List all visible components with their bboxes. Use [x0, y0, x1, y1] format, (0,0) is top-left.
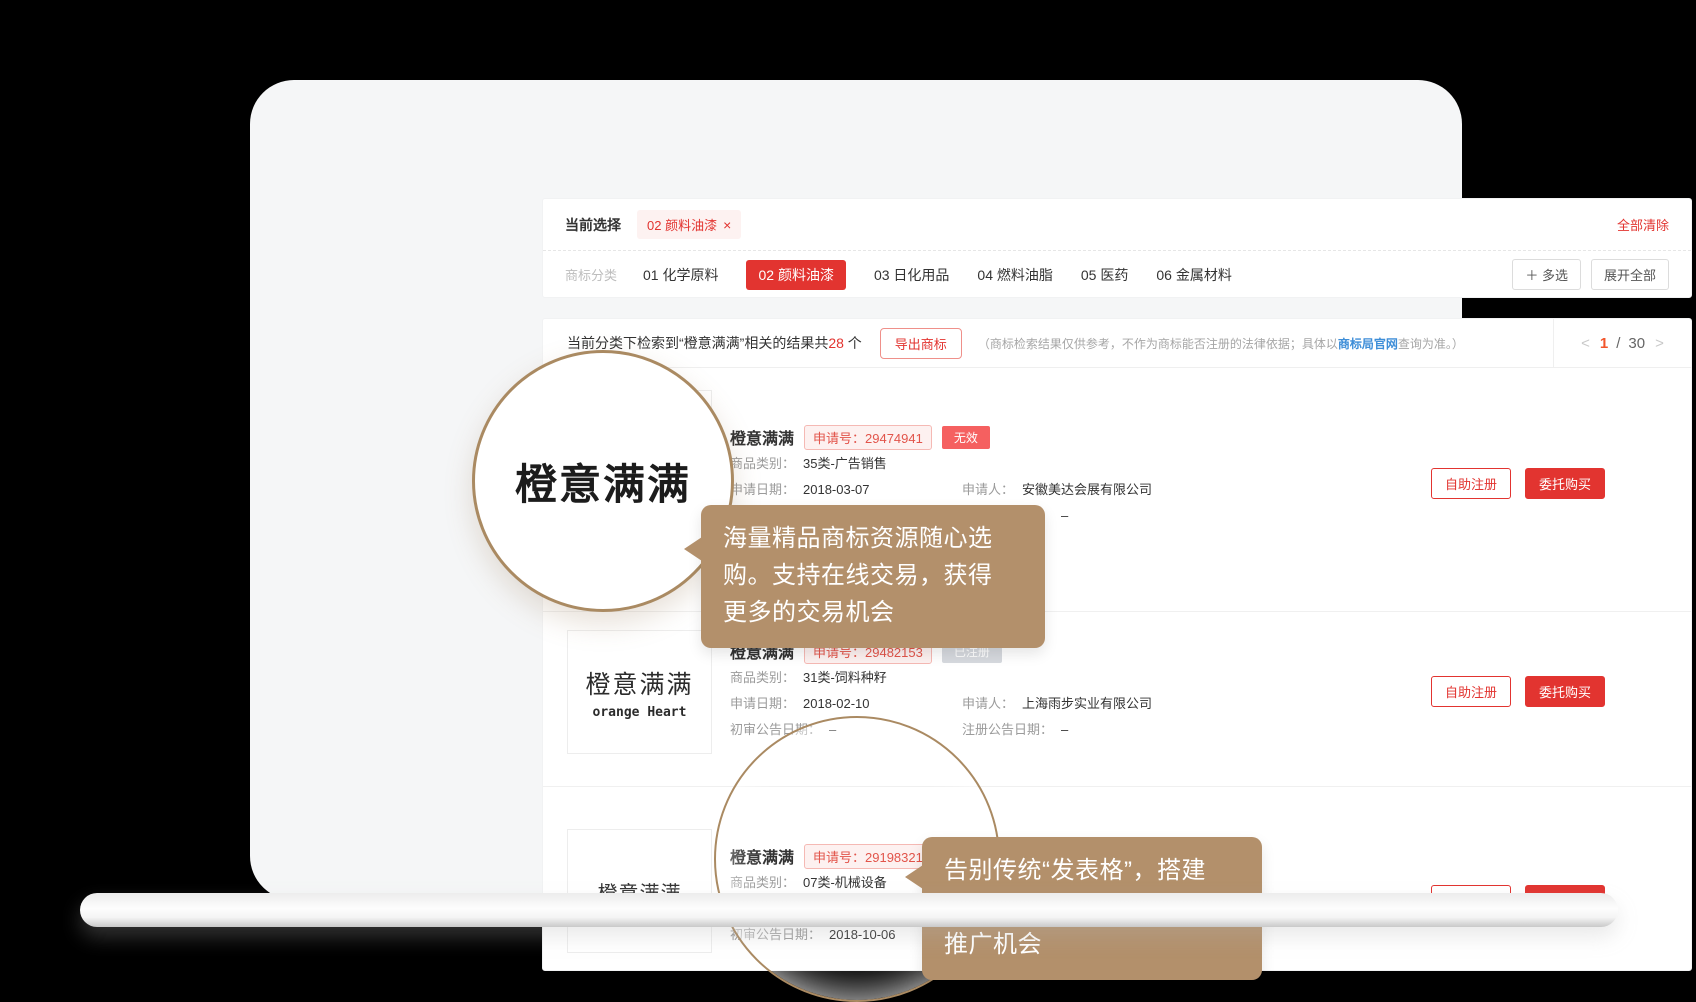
next-page-icon[interactable]: >	[1653, 335, 1666, 352]
laptop-base	[80, 893, 1618, 927]
row-actions: 自助注册委托购买	[1431, 676, 1605, 707]
category-item-03[interactable]: 03 日化用品	[874, 260, 949, 290]
disclaimer-prefix: （商标检索结果仅供参考，不作为商标能否注册的法律依据；具体以	[978, 337, 1338, 351]
selected-filter-chip[interactable]: 02 颜料油漆 ×	[637, 210, 741, 239]
field: 申请人： 安徽美达会展有限公司	[962, 479, 1152, 499]
current-selection-row: 当前选择 02 颜料油漆 × 全部清除	[543, 199, 1691, 251]
field: 申请日期： 2018-02-10	[730, 693, 962, 713]
field-line: 商品类别： 31类-饲料种籽	[730, 664, 1152, 690]
row-actions: 自助注册委托购买	[1431, 468, 1605, 499]
field-value: 2018-03-07	[803, 482, 870, 497]
status-badge: 无效	[942, 426, 990, 449]
current-selection-label: 当前选择	[565, 215, 621, 235]
trademark-image-subtext: orange Heart	[593, 705, 687, 720]
remove-filter-icon[interactable]: ×	[723, 218, 731, 232]
trademark-name: 橙意满满	[730, 844, 794, 868]
field-line: 申请日期： 2018-02-10 申请人： 上海雨步实业有限公司	[730, 690, 1152, 716]
field-value: 2018-02-10	[803, 696, 870, 711]
category-item-06[interactable]: 06 金属材料	[1156, 260, 1231, 290]
disclaimer-note: （商标检索结果仅供参考，不作为商标能否注册的法律依据；具体以商标局官网查询为准。…	[978, 335, 1553, 352]
field: 申请人： 上海雨步实业有限公司	[962, 693, 1152, 713]
selected-filter-chip-label: 02 颜料油漆	[647, 215, 717, 234]
field-value: –	[829, 722, 836, 737]
field-line: 初审公告日期：–注册公告日期：–	[730, 716, 1152, 742]
tooltip-marketplace: 海量精品商标资源随心选 购。支持在线交易，获得 更多的交易机会	[701, 505, 1045, 648]
field-line: 申请日期： 2018-03-07 申请人： 安徽美达会展有限公司	[730, 476, 1152, 502]
prev-page-icon[interactable]: <	[1579, 335, 1592, 352]
category-row: 商标分类 01 化学原料 02 颜料油漆 03 日化用品 04 燃料油脂 05 医药 06…	[543, 251, 1691, 298]
filter-card: 当前选择 02 颜料油漆 × 全部清除 商标分类 01 化学原料02 颜料油漆0…	[542, 198, 1692, 298]
magnified-trademark-text: 橙意满满	[515, 451, 691, 512]
disclaimer-suffix: 查询为准。）	[1398, 337, 1464, 351]
trademark-image: 橙意满满	[567, 829, 712, 953]
clear-all-button[interactable]: 全部清除	[1617, 215, 1669, 234]
page: 当前选择 02 颜料油漆 × 全部清除 商标分类 01 化学原料02 颜料油漆0…	[0, 0, 1696, 1002]
trademark-name: 橙意满满	[730, 425, 794, 449]
trademark-office-link[interactable]: 商标局官网	[1338, 337, 1398, 351]
field-value: 安徽美达会展有限公司	[1022, 482, 1152, 497]
trademark-image-text: 橙意满满	[585, 665, 693, 701]
category-item-05[interactable]: 05 医药	[1081, 260, 1128, 290]
expand-all-button[interactable]: 展开全部	[1591, 259, 1669, 290]
category-item-02[interactable]: 02 颜料油漆	[746, 260, 845, 290]
pagination: < 1 / 30 >	[1553, 319, 1691, 367]
multi-select-button[interactable]: ＋ 多选	[1512, 259, 1581, 290]
category-item-01[interactable]: 01 化学原料	[643, 260, 718, 290]
field-value: 上海雨步实业有限公司	[1022, 696, 1152, 711]
field-value: 07类-机械设备	[803, 875, 887, 890]
field-label: 申请日期：	[730, 696, 795, 711]
trademark-details: 橙意满满申请号：29474941 无效商品类别： 35类-广告销售申请日期： 2018…	[730, 368, 1152, 528]
field-label: 商品类别：	[730, 456, 795, 471]
page-separator: /	[1616, 335, 1620, 352]
magnifier-circle-large: 橙意满满	[472, 350, 734, 612]
field: 初审公告日期：–	[730, 719, 962, 739]
application-number-tag: 申请号：29474941	[804, 425, 932, 450]
field: 商品类别： 35类-广告销售	[730, 453, 962, 473]
field: 注册公告日期：–	[962, 719, 1152, 739]
category-list: 01 化学原料 02 颜料油漆 03 日化用品 04 燃料油脂 05 医药 06 金属材料	[643, 260, 1260, 290]
self-register-button[interactable]: 自助注册	[1431, 676, 1511, 707]
entrust-buy-button[interactable]: 委托购买	[1525, 468, 1605, 499]
results-summary-prefix: 当前分类下检索到“橙意满满”相关的结果共	[567, 335, 828, 351]
app-window: 当前选择 02 颜料油漆 × 全部清除 商标分类 01 化学原料02 颜料油漆0…	[250, 80, 1462, 900]
field: 商品类别： 31类-饲料种籽	[730, 667, 962, 687]
trademark-image: 橙意满满 orange Heart	[567, 630, 712, 754]
field-label: 申请人：	[962, 482, 1014, 497]
field-label: 商品类别：	[730, 875, 795, 890]
trademark-title-line: 橙意满满申请号：29474941 无效	[730, 424, 1152, 450]
field-value: –	[1061, 508, 1068, 523]
field-line: 商品类别： 35类-广告销售	[730, 450, 1152, 476]
field-value: –	[1061, 722, 1068, 737]
field-label: 申请日期：	[730, 482, 795, 497]
field-label: 申请人：	[962, 696, 1014, 711]
field-label: 商品类别：	[730, 670, 795, 685]
category-item-04[interactable]: 04 燃料油脂	[977, 260, 1052, 290]
results-summary-suffix: 个	[844, 335, 862, 351]
field-value: 2018-10-06	[829, 927, 896, 942]
field-label: 初审公告日期：	[730, 722, 821, 737]
field-value: 35类-广告销售	[803, 456, 887, 471]
field-value: 31类-饲料种籽	[803, 670, 887, 685]
field-label: 注册公告日期：	[962, 722, 1053, 737]
results-header: 当前分类下检索到“橙意满满”相关的结果共28 个 导出商标 （商标检索结果仅供参…	[543, 319, 1691, 368]
field-label: 初审公告日期：	[730, 927, 821, 942]
category-actions: ＋ 多选 展开全部	[1512, 259, 1669, 290]
export-trademarks-button[interactable]: 导出商标	[880, 328, 962, 359]
category-label: 商标分类	[565, 265, 617, 284]
current-page-number: 1	[1600, 335, 1608, 352]
entrust-buy-button[interactable]: 委托购买	[1525, 676, 1605, 707]
total-pages: 30	[1628, 335, 1645, 352]
self-register-button[interactable]: 自助注册	[1431, 468, 1511, 499]
field: 申请日期： 2018-03-07	[730, 479, 962, 499]
results-count: 28	[828, 335, 844, 351]
